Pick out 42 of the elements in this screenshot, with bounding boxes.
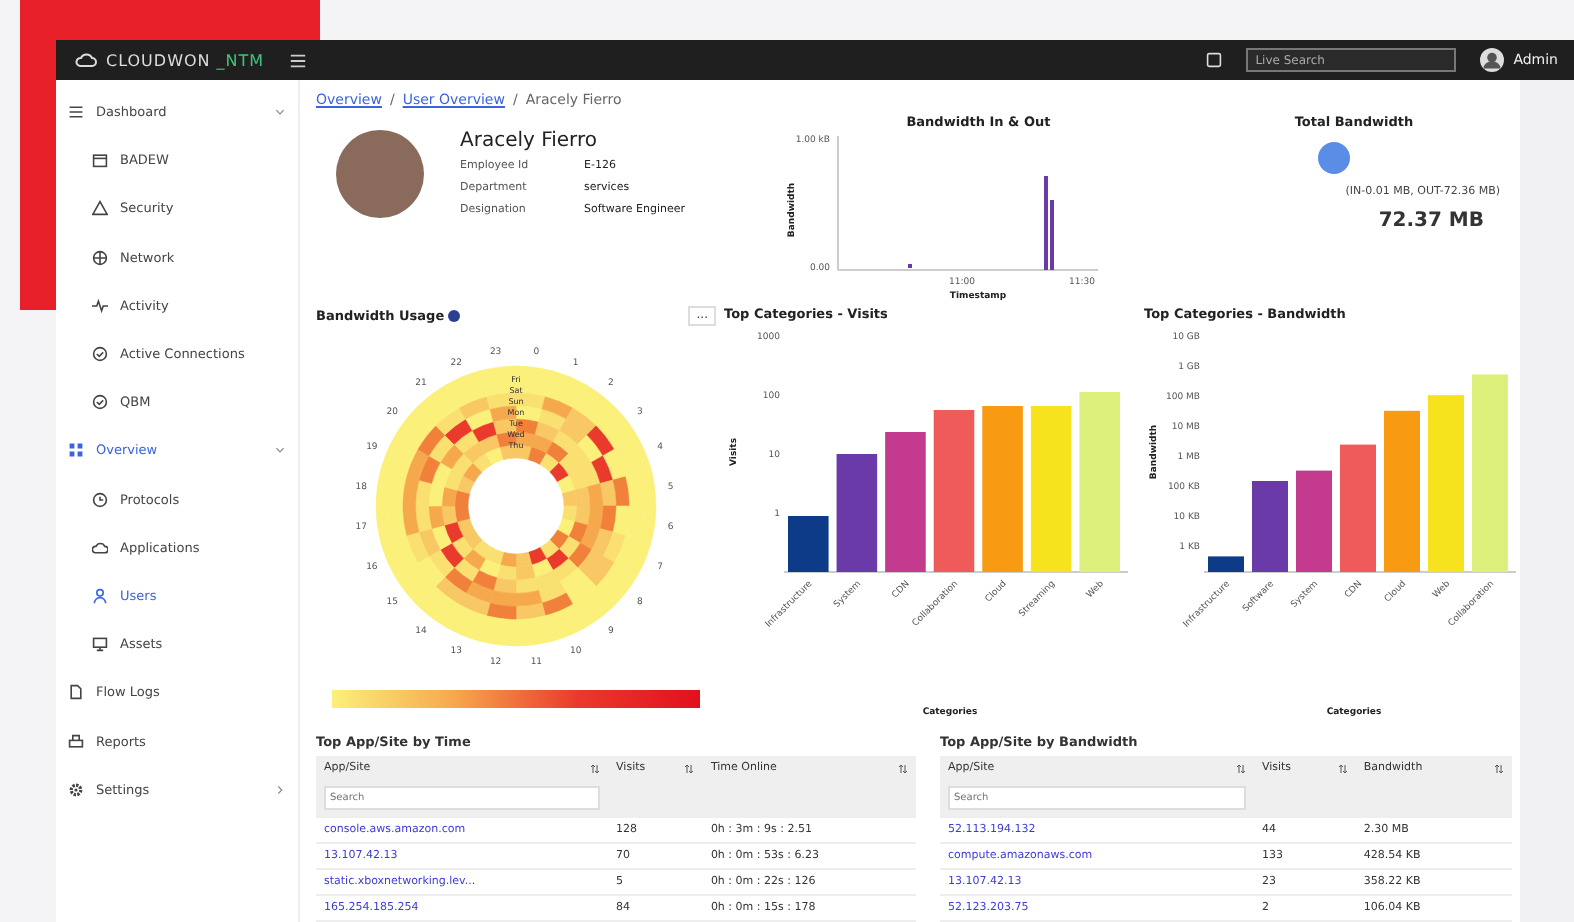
calendar-icon — [92, 152, 108, 169]
sort-icon[interactable] — [684, 763, 695, 773]
cloud-logo-icon — [72, 50, 100, 70]
chevron-down-icon — [274, 106, 286, 119]
collapse-button[interactable] — [1317, 141, 1350, 173]
user-icon — [92, 587, 108, 604]
clock-icon — [92, 491, 108, 508]
check-circle-icon — [92, 394, 108, 411]
bar — [1296, 469, 1332, 571]
info-icon — [448, 309, 461, 322]
square-icon — [1205, 52, 1222, 68]
warning-icon — [92, 200, 108, 217]
sort-icon[interactable] — [590, 763, 601, 773]
total-bandwidth-value: 72.37 MB — [1378, 209, 1484, 231]
grid-icon — [68, 442, 84, 459]
globe-icon — [92, 249, 108, 266]
monitor-icon — [92, 636, 108, 653]
bar — [1340, 443, 1376, 571]
brand-name: CLOUDWON — [106, 51, 211, 69]
sort-icon[interactable] — [898, 763, 908, 773]
settings-icon — [68, 781, 84, 798]
bar — [1208, 555, 1244, 571]
sort-icon[interactable] — [1494, 763, 1504, 773]
sort-icon[interactable] — [1235, 763, 1246, 773]
menu-icon[interactable] — [288, 51, 309, 69]
profile-name: Aracely Fierro — [460, 129, 600, 151]
menu-icon — [68, 104, 84, 121]
file-icon — [68, 684, 84, 701]
bar — [885, 431, 926, 571]
bar — [788, 515, 829, 571]
avatar-icon — [1479, 48, 1504, 72]
bar — [836, 453, 878, 571]
cloud-icon — [92, 539, 108, 556]
sort-icon[interactable] — [1337, 763, 1348, 773]
photo-placeholder — [336, 129, 424, 217]
bar — [1252, 480, 1288, 571]
check-circle-icon — [92, 346, 108, 363]
chevron-down-icon — [274, 444, 286, 457]
pulse-icon — [92, 297, 108, 314]
printer-icon — [68, 733, 84, 750]
chevron-right-icon — [274, 783, 286, 796]
brand-suffix: _NTM — [216, 51, 265, 69]
